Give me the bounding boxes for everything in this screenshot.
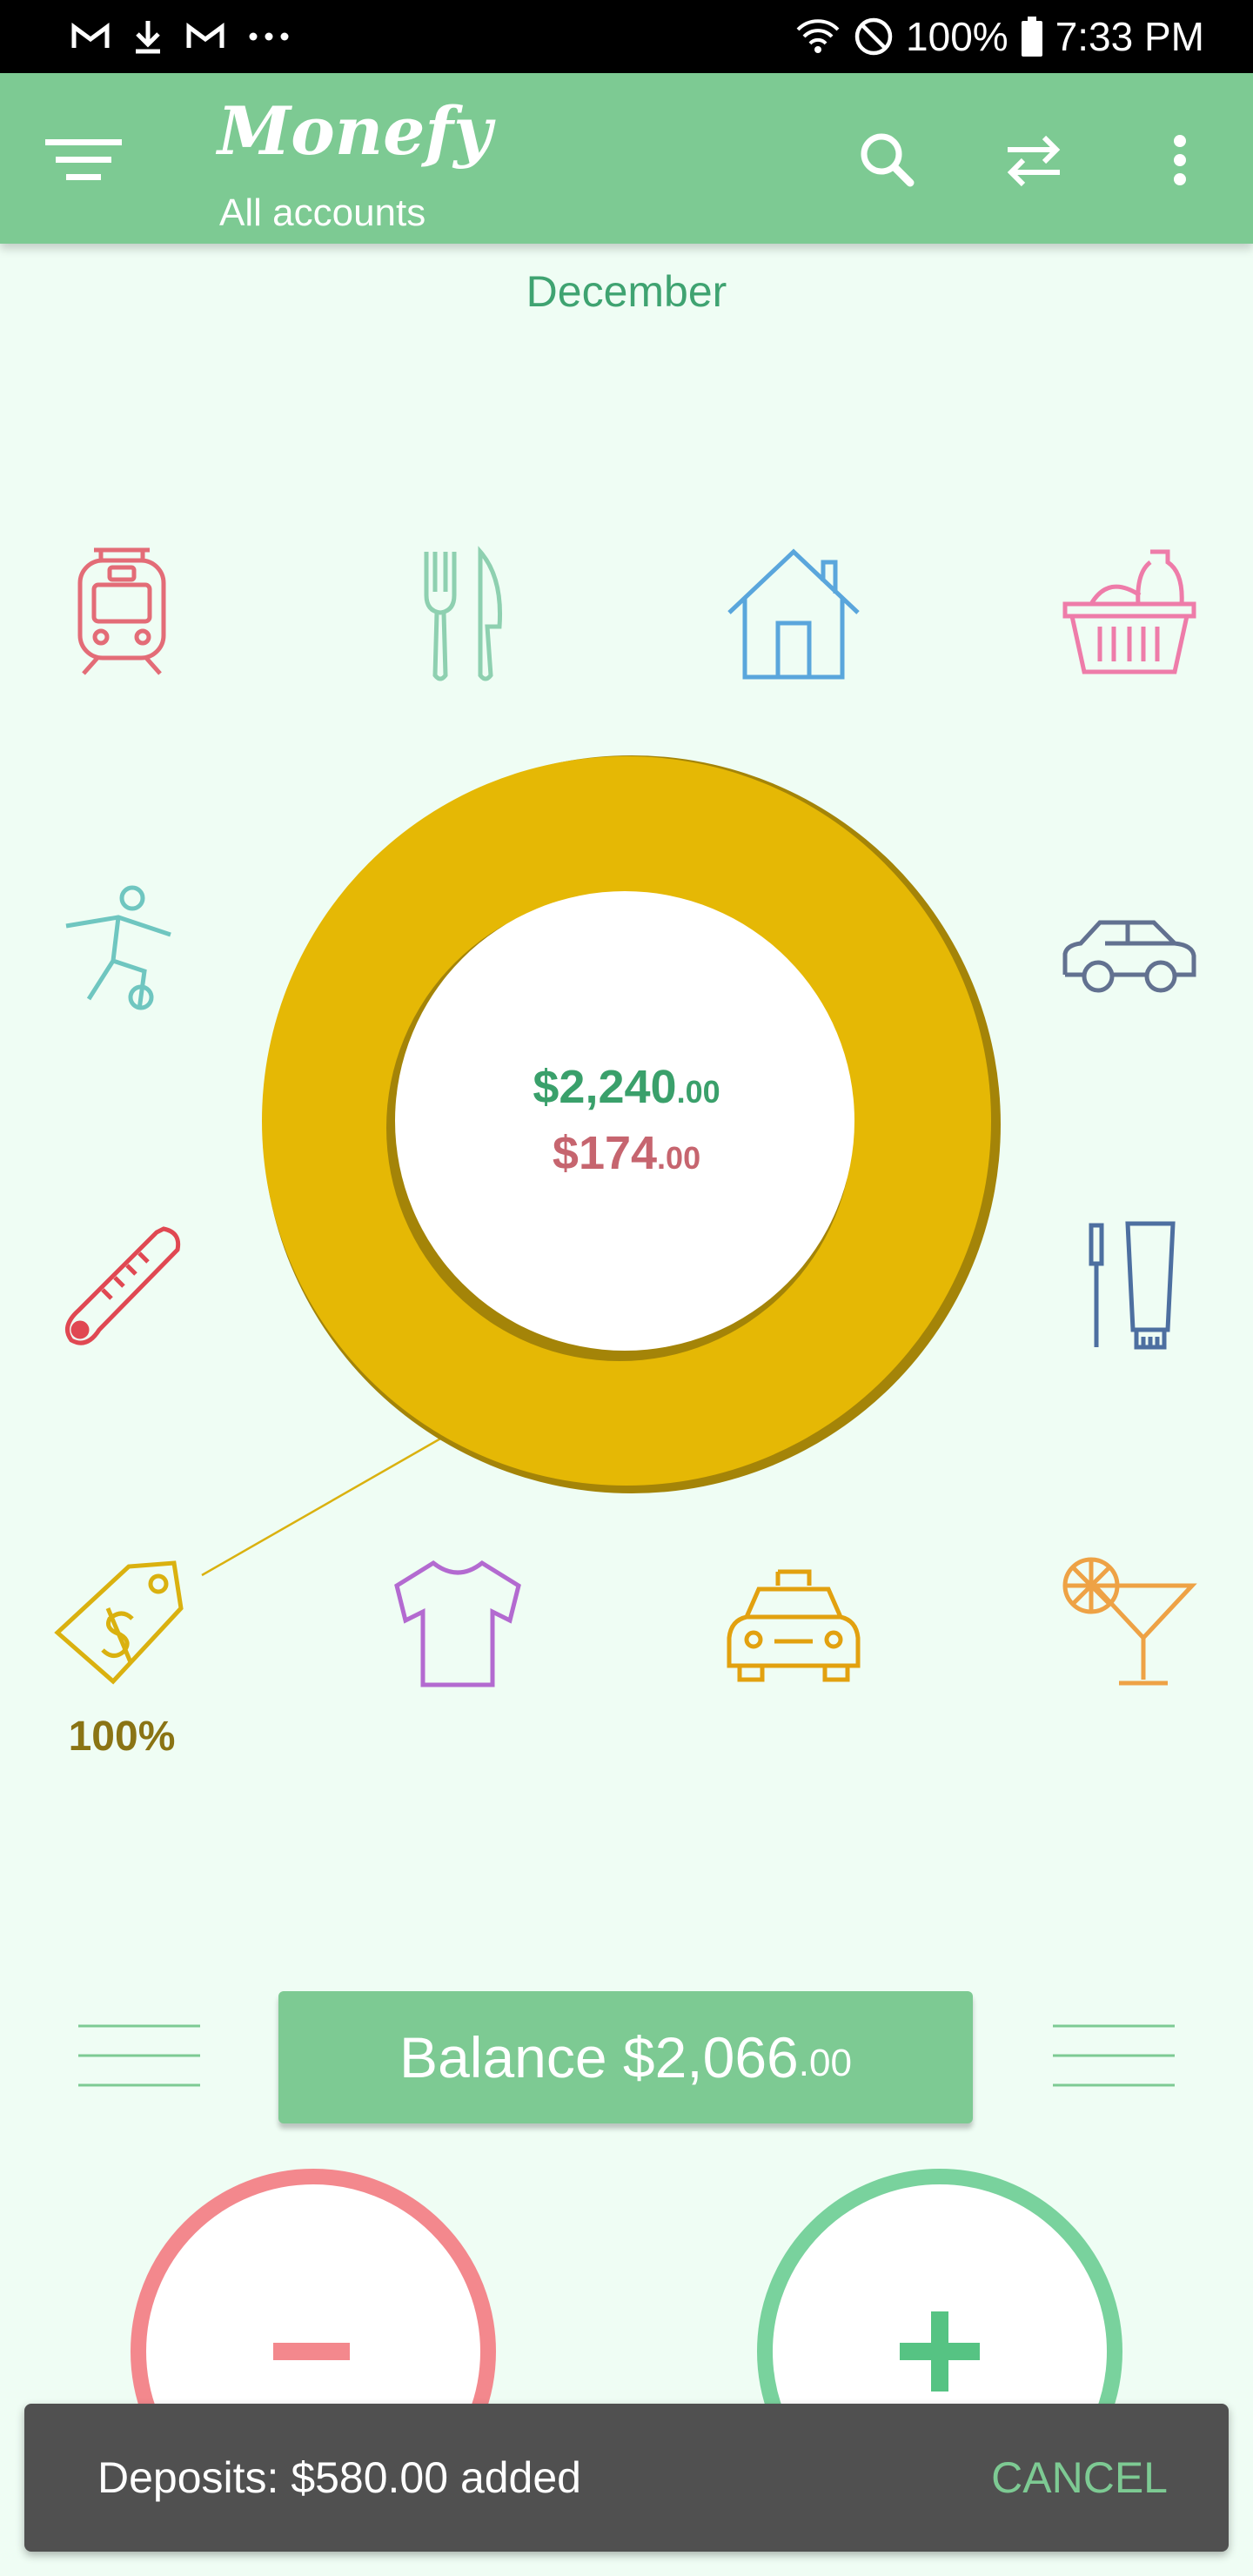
snackbar: Deposits: $580.00 added CANCEL [24,2404,1229,2552]
snackbar-message: Deposits: $580.00 added [97,2453,581,2502]
income-list-icon[interactable] [1051,2023,1176,2089]
balance-cents: .00 [798,2042,852,2084]
snackbar-cancel-button[interactable]: CANCEL [991,2404,1168,2552]
income-total: $2,240.00 [0,1060,1253,1114]
expense-amount: $174 [552,1127,658,1179]
donut-hole [395,891,854,1351]
minus-icon [273,2343,350,2360]
balance-label: Balance $2,066 [399,2025,799,2090]
balance-button[interactable]: Balance $2,066.00 [278,1991,973,2123]
income-amount: $2,240 [533,1061,677,1113]
expense-list-icon[interactable] [77,2023,202,2089]
expense-donut-chart[interactable] [252,747,1001,1495]
income-cents: .00 [676,1074,720,1110]
expense-total: $174.00 [0,1126,1253,1180]
plus-icon-vertical [931,2311,948,2392]
expense-cents: .00 [657,1140,701,1176]
